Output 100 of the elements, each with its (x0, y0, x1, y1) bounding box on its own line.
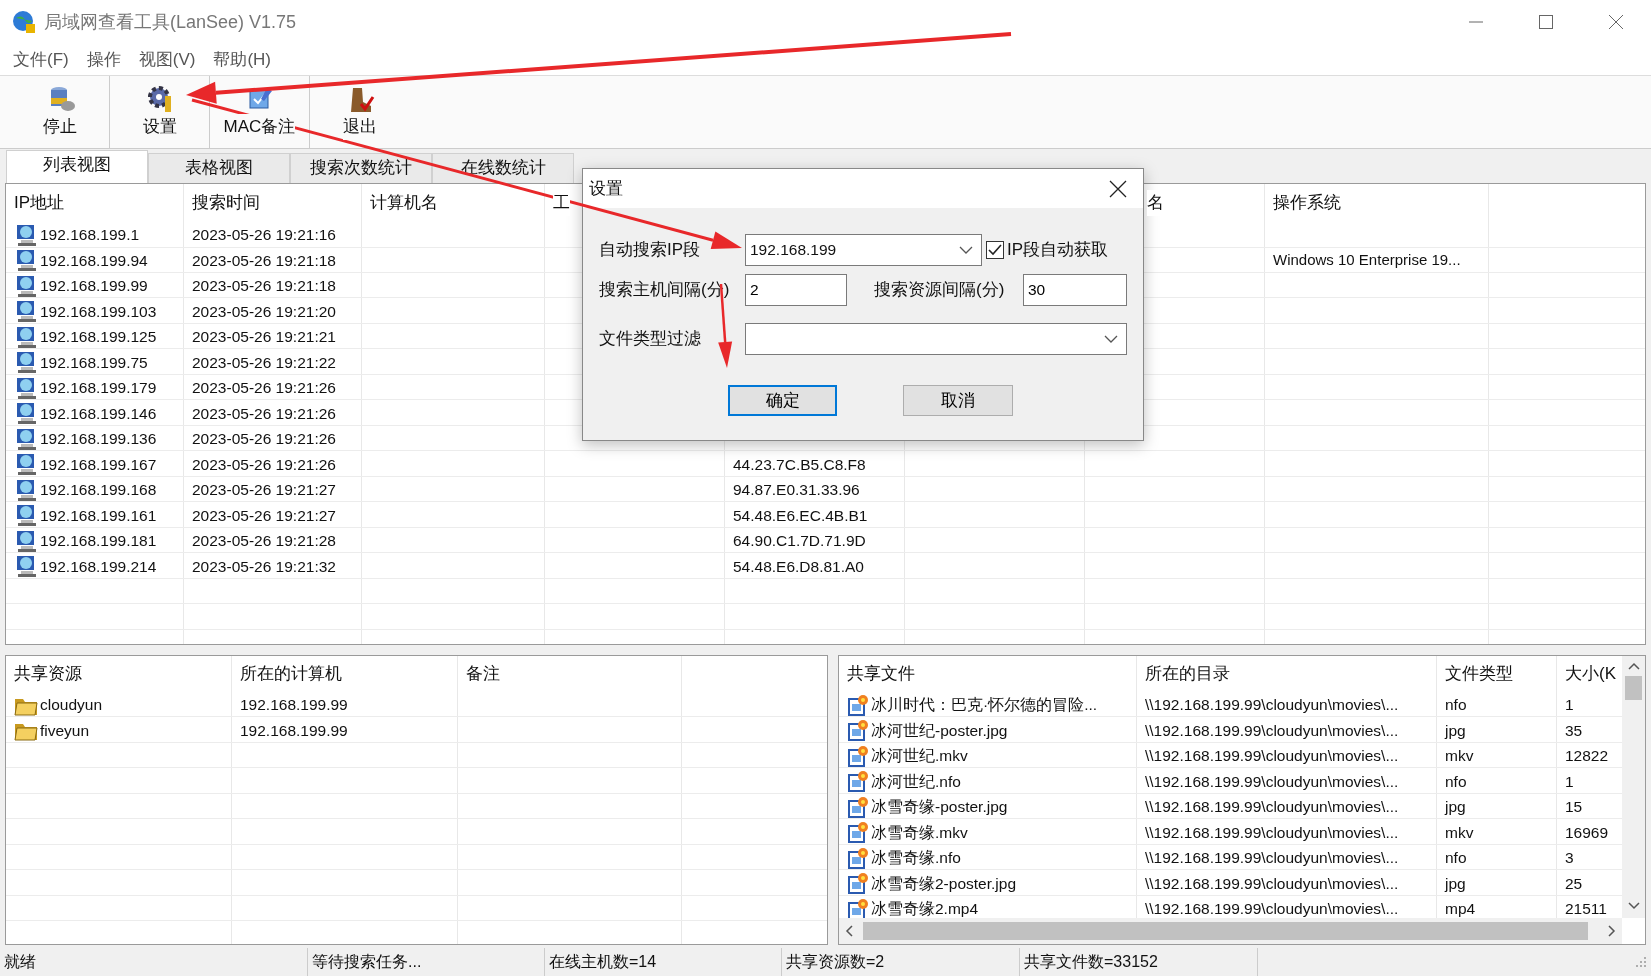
table-cell-text: 3 (1565, 848, 1574, 869)
computer-icon (14, 324, 38, 349)
table-cell-text: 2023-05-26 19:21:26 (192, 429, 336, 450)
ip-range-combo[interactable]: 192.168.199 (745, 234, 982, 266)
close-icon[interactable] (1109, 179, 1127, 198)
dialog-button[interactable]: 确定 (728, 385, 837, 416)
table-cell-text: 64.90.C1.7D.71.9D (733, 531, 866, 552)
computer-icon (14, 452, 38, 477)
computer-icon (14, 401, 38, 426)
table-cell-text: 192.168.199.99 (40, 276, 148, 297)
horizontal-scrollbar[interactable] (839, 918, 1622, 944)
menu-item[interactable]: 文件(F) (4, 46, 78, 73)
file-icon (847, 770, 869, 793)
field-label: 文件类型过滤 (599, 328, 702, 351)
table-cell-text: 2023-05-26 19:21:28 (192, 531, 336, 552)
input-field[interactable]: 2 (745, 274, 847, 306)
computer-icon (14, 554, 38, 579)
table-cell-text: nfo (1445, 695, 1467, 716)
table-cell-text: \\192.168.199.99\cloudyun\movies\... (1145, 822, 1399, 843)
table-cell-text: \\192.168.199.99\cloudyun\movies\... (1145, 899, 1399, 918)
tab[interactable]: 列表视图 (6, 150, 148, 183)
scroll-right-icon[interactable] (1608, 925, 1616, 937)
tab[interactable]: 搜索次数统计 (290, 153, 432, 183)
table-cell-text: 54.48.E6.EC.4B.B1 (733, 505, 868, 526)
table-cell-text: \\192.168.199.99\cloudyun\movies\... (1145, 848, 1399, 869)
table-cell-text: fiveyun (40, 720, 90, 741)
table-cell-text: 2023-05-26 19:21:21 (192, 327, 336, 348)
table-cell-text: 2023-05-26 19:21:22 (192, 352, 336, 373)
vertical-scrollbar[interactable] (1622, 656, 1645, 918)
table-cell-text: 2023-05-26 19:21:20 (192, 301, 336, 322)
globe-icon (12, 10, 36, 34)
table-cell-text: \\192.168.199.99\cloudyun\movies\... (1145, 746, 1399, 767)
scroll-left-icon[interactable] (845, 925, 853, 937)
scroll-thumb[interactable] (863, 922, 1588, 940)
table-cell-text: nfo (1445, 848, 1467, 869)
status-text: 在线主机数=14 (549, 952, 657, 972)
note-button[interactable]: MAC备注 (210, 76, 310, 148)
table-cell-text: 25 (1565, 873, 1583, 894)
table-cell-text: 冰河世纪.nfo (871, 771, 961, 792)
menu-item[interactable]: 视图(V) (129, 46, 205, 73)
table-cell-text: jpg (1445, 720, 1466, 741)
scroll-down-icon[interactable] (1627, 902, 1640, 910)
table-cell-text: 192.168.199.168 (40, 480, 157, 501)
tab[interactable]: 表格视图 (148, 153, 290, 183)
window-title: 局域网查看工具(LanSee) V1.75 (44, 10, 297, 34)
table-cell-text: 192.168.199.146 (40, 403, 157, 424)
table-cell-text: 冰河世纪-poster.jpg (871, 720, 1008, 741)
table-cell-text: 冰雪奇缘.nfo (871, 848, 961, 869)
table-cell-text: 1 (1565, 771, 1574, 792)
table-cell-text: \\192.168.199.99\cloudyun\movies\... (1145, 771, 1399, 792)
dialog-title: 设置 (589, 177, 623, 200)
dialog-button[interactable]: 取消 (903, 385, 1013, 416)
file-icon (847, 719, 869, 742)
resize-grip-icon[interactable] (1635, 956, 1647, 968)
table-cell-text: \\192.168.199.99\cloudyun\movies\... (1145, 797, 1399, 818)
table-cell-text: mkv (1445, 822, 1474, 843)
table-cell-text: jpg (1445, 873, 1466, 894)
table-cell-text: 192.168.199.75 (40, 352, 148, 373)
table-cell-text: 192.168.199.181 (40, 531, 157, 552)
table-cell-text: nfo (1445, 771, 1467, 792)
table-cell-text: 192.168.199.136 (40, 429, 157, 450)
status-text: 共享文件数=33152 (1024, 952, 1158, 972)
input-field[interactable]: 30 (1023, 274, 1127, 306)
table-cell-text: 15 (1565, 797, 1583, 818)
menu-item[interactable]: 帮助(H) (204, 46, 280, 73)
maximize-icon[interactable] (1537, 13, 1555, 31)
table-cell-text: 21511 (1565, 899, 1607, 918)
table-cell-text: 冰雪奇缘-poster.jpg (871, 797, 1008, 818)
file-filter-combo[interactable] (745, 323, 1127, 355)
table-cell-text: 2023-05-26 19:21:32 (192, 556, 336, 577)
exit-button[interactable]: 退出 (310, 76, 410, 148)
computer-icon (14, 503, 38, 528)
table-cell-text: 16969 (1565, 822, 1609, 843)
computer-icon (14, 273, 38, 298)
menu-item[interactable]: 操作 (77, 46, 130, 73)
computer-icon (14, 248, 38, 273)
computer-icon (14, 375, 38, 400)
computer-icon (14, 426, 38, 451)
table-cell-text: 94.87.E0.31.33.96 (733, 480, 860, 501)
field-label: 搜索资源间隔(分) (874, 279, 1006, 302)
table-cell-text: 192.168.199.103 (40, 301, 157, 322)
table-cell-text: \\192.168.199.99\cloudyun\movies\... (1145, 695, 1399, 716)
stop-button[interactable]: 停止 (10, 76, 110, 148)
file-icon (847, 744, 869, 767)
file-icon (847, 795, 869, 818)
table-cell-text: mkv (1445, 746, 1474, 767)
table-cell-text: 冰河世纪.mkv (871, 746, 968, 767)
table-cell-text: 192.168.199.179 (40, 378, 157, 399)
table-cell-text: 192.168.199.167 (40, 454, 157, 475)
table-cell-text: 冰雪奇缘.mkv (871, 822, 968, 843)
table-cell-text: 192.168.199.125 (40, 327, 157, 348)
checkbox[interactable] (986, 241, 1004, 259)
scroll-up-icon[interactable] (1627, 662, 1640, 670)
table-cell-text: \\192.168.199.99\cloudyun\movies\... (1145, 873, 1399, 894)
table-cell-text: 2023-05-26 19:21:26 (192, 378, 336, 399)
table-cell-text: 12822 (1565, 746, 1609, 767)
table-cell-text: 2023-05-26 19:21:18 (192, 276, 336, 297)
file-icon (847, 872, 869, 895)
table-cell-text: 2023-05-26 19:21:16 (192, 225, 336, 246)
scroll-thumb[interactable] (1625, 676, 1642, 700)
